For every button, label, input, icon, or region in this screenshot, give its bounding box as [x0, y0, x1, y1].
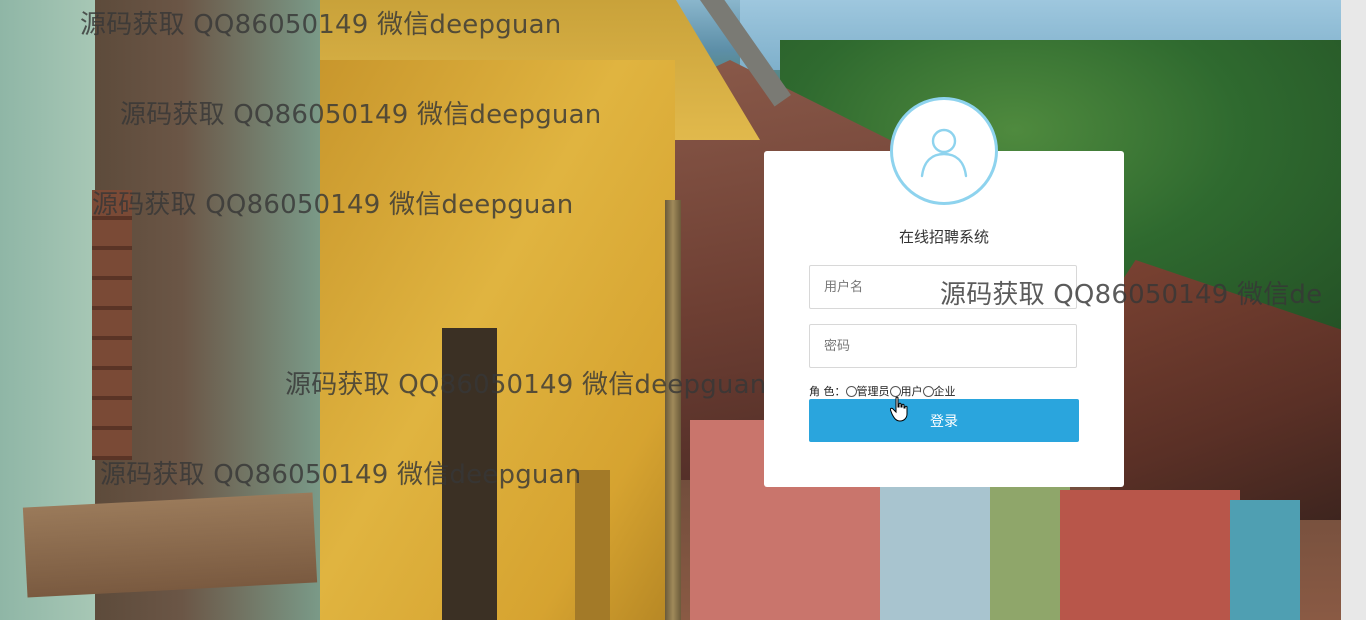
house-teal — [1230, 500, 1300, 620]
role-selector: 角 色： 管理员 用户 企业 — [809, 383, 956, 399]
window-ledge — [22, 492, 318, 598]
password-input[interactable] — [810, 325, 1076, 367]
user-icon — [920, 128, 968, 178]
watermark: 源码获取 QQ86050149 微信deepguan — [80, 10, 562, 40]
watermark: 源码获取 QQ86050149 微信deepguan — [120, 100, 602, 130]
radio-admin[interactable] — [845, 385, 857, 397]
role-option-admin[interactable]: 管理员 — [845, 383, 890, 399]
radio-user[interactable] — [889, 385, 901, 397]
door-small — [575, 470, 610, 620]
role-option-company[interactable]: 企业 — [922, 383, 956, 399]
house-green — [990, 470, 1070, 620]
house-blue — [880, 480, 1000, 620]
role-option-label: 企业 — [933, 385, 956, 398]
watermark: 源码获取 QQ86050149 微信de — [940, 280, 1323, 310]
watermark: 源码获取 QQ86050149 微信deepguan — [92, 190, 574, 220]
scrollbar-area — [1341, 0, 1366, 620]
watermark: 源码获取 QQ86050149 微信deepguan — [285, 370, 767, 400]
shutters — [92, 190, 132, 460]
role-label: 角 色： — [809, 385, 846, 398]
password-field — [809, 324, 1077, 368]
role-option-label: 管理员 — [856, 385, 890, 398]
hand-cursor-icon — [890, 396, 908, 422]
avatar — [890, 97, 998, 205]
drain-pipe — [665, 200, 681, 620]
watermark: 源码获取 QQ86050149 微信deepguan — [100, 460, 582, 490]
radio-company[interactable] — [922, 385, 934, 397]
login-page: 源码获取 QQ86050149 微信deepguan 源码获取 QQ860501… — [0, 0, 1366, 620]
system-title: 在线招聘系统 — [898, 228, 989, 246]
login-button[interactable]: 登录 — [809, 399, 1079, 442]
house-red — [1060, 490, 1240, 620]
